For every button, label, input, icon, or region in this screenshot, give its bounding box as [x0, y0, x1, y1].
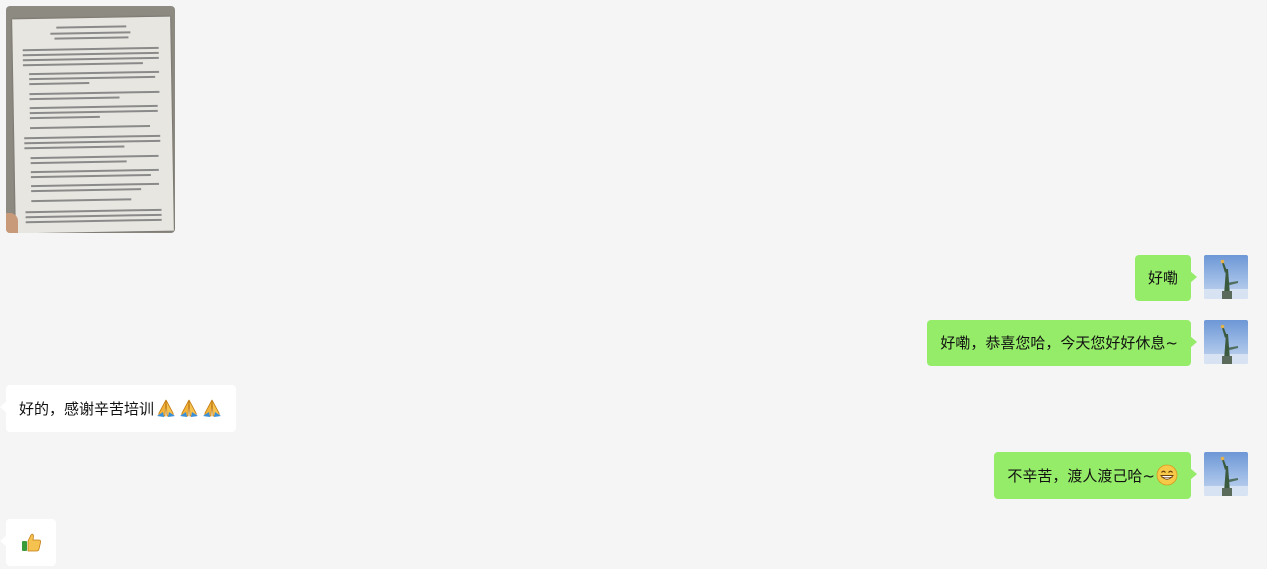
my-message-bubble[interactable]: 好嘞 [1134, 255, 1198, 301]
message-row-left: 好的，感谢辛苦培训 [0, 385, 237, 432]
message-text: 好嘞，恭喜您哈，今天您好好休息~ [940, 334, 1178, 352]
chat-window: 好嘞 好嘞，恭喜您哈，今天您好好休息~ 好的，感谢辛苦培训 不辛苦，渡人渡己哈~ [0, 0, 1267, 569]
message-text: 好嘞 [1147, 269, 1178, 287]
message-text: 好的，感谢辛苦培训 [19, 400, 155, 418]
message-row-left [0, 519, 56, 566]
statue-icon [1204, 259, 1248, 299]
statue-icon [1204, 456, 1248, 496]
image-message[interactable] [6, 6, 175, 233]
my-message-bubble[interactable]: 好嘞，恭喜您哈，今天您好好休息~ [927, 320, 1197, 366]
finger [6, 213, 18, 233]
my-avatar[interactable] [1204, 320, 1248, 364]
their-message-bubble[interactable] [0, 519, 56, 566]
document-photo [12, 16, 174, 233]
my-avatar[interactable] [1204, 255, 1248, 299]
message-text: 不辛苦，渡人渡己哈~ [1007, 467, 1155, 485]
message-row-right: 好嘞，恭喜您哈，今天您好好休息~ [927, 320, 1248, 366]
thumbs-up-icon [22, 533, 41, 552]
folded-hands-icon [157, 399, 176, 417]
my-avatar[interactable] [1204, 452, 1248, 496]
folded-hands-icon [180, 399, 199, 417]
message-row-right: 不辛苦，渡人渡己哈~ [994, 452, 1248, 499]
their-message-bubble[interactable]: 好的，感谢辛苦培训 [0, 385, 237, 432]
statue-icon [1204, 324, 1248, 364]
grinning-face-icon [1156, 464, 1178, 486]
folded-hands-icon [203, 399, 222, 417]
my-message-bubble[interactable]: 不辛苦，渡人渡己哈~ [994, 452, 1197, 499]
message-row-right: 好嘞 [1134, 255, 1248, 301]
